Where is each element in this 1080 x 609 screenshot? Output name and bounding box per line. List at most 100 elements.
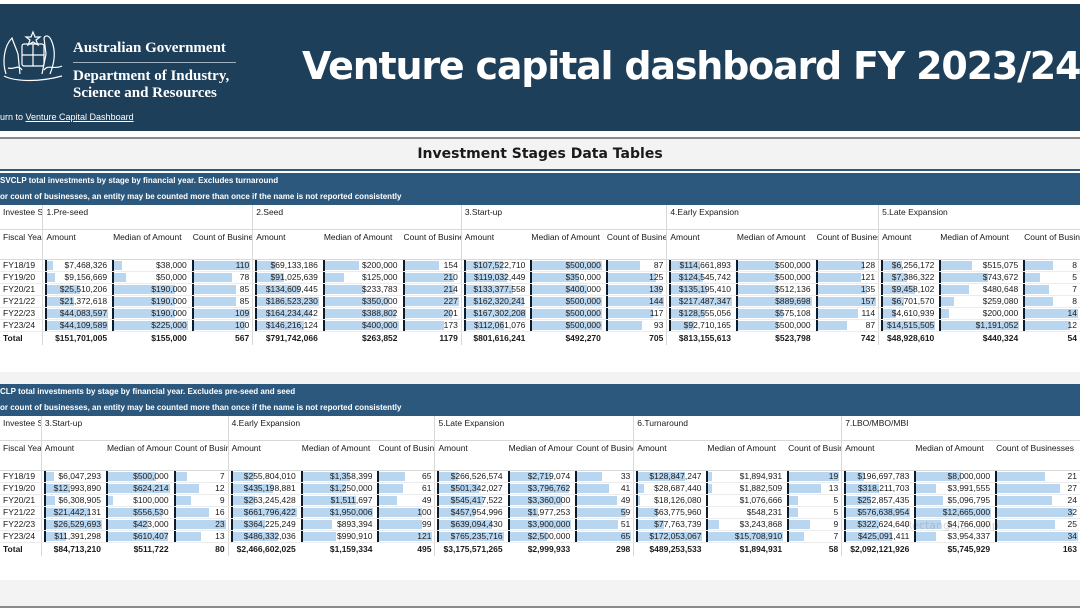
count-value: 7 xyxy=(1072,284,1077,294)
count-value: 13 xyxy=(215,531,225,541)
amount-cell: $425,091,411 xyxy=(841,530,913,543)
count-cell: 109 xyxy=(189,307,253,320)
data-bar xyxy=(914,495,943,505)
bar-axis xyxy=(787,518,790,529)
amount-column-header: Amount xyxy=(666,229,734,260)
bar-axis xyxy=(735,271,738,282)
count-cell: 58 xyxy=(785,542,842,556)
amount-cell: $639,094,430 xyxy=(434,518,506,531)
median-value: $15,708,910 xyxy=(734,531,783,541)
amount-cell: $44,083,597 xyxy=(42,307,111,320)
median-cell: $155,000 xyxy=(110,331,190,345)
data-bar xyxy=(173,507,209,517)
median-value: $515,075 xyxy=(982,260,1019,270)
median-value: $125,000 xyxy=(362,272,398,282)
table-row: FY22/23 $26,529,693 $423,000 23 $364,225,249… xyxy=(0,518,1080,531)
data-bar xyxy=(575,471,602,481)
bar-axis xyxy=(105,494,108,505)
count-cell: 33 xyxy=(573,470,634,483)
data-bar xyxy=(735,260,777,270)
table1-heading: SVCLP total investments by stage by fina… xyxy=(0,176,279,185)
count-value: 8 xyxy=(1072,296,1077,306)
bar-axis xyxy=(230,506,233,517)
amount-cell: $151,701,005 xyxy=(42,331,111,345)
data-bar xyxy=(815,308,859,318)
bar-axis xyxy=(105,506,108,517)
amount-value: $114,661,893 xyxy=(679,260,731,270)
bar-axis xyxy=(669,283,672,294)
median-column-header: Median of Amount xyxy=(704,440,786,471)
bar-axis xyxy=(706,470,709,481)
bar-axis xyxy=(437,470,440,481)
data-bar xyxy=(322,260,359,270)
median-cell: $492,270 xyxy=(528,331,603,345)
data-bar xyxy=(914,531,936,541)
amount-cell: $146,216,124 xyxy=(252,319,321,332)
amount-value: $91,025,639 xyxy=(270,272,318,282)
amount-cell: $128,555,056 xyxy=(666,307,734,320)
amount-cell: $2,466,602,025 xyxy=(227,542,299,556)
amount-cell: $92,710,165 xyxy=(666,319,734,332)
amount-cell: $18,126,080 xyxy=(633,494,705,507)
count-cell: 157 xyxy=(813,295,879,308)
table-row: FY23/24 $11,391,298 $610,407 13 $486,332,036… xyxy=(0,530,1080,543)
median-column-header: Median of Amount xyxy=(912,440,994,471)
median-cell: $548,231 xyxy=(704,506,786,519)
count-value: 12 xyxy=(1067,320,1077,330)
data-bar xyxy=(815,320,848,330)
amount-cell: $266,526,574 xyxy=(434,470,506,483)
bar-axis xyxy=(815,307,818,318)
amount-cell: $12,993,890 xyxy=(40,482,104,495)
table-row: FY18/19 $6,047,293 $500,000 7 $255,804,010 $1… xyxy=(0,470,1080,483)
bar-axis xyxy=(377,518,380,529)
amount-cell: $112,061,076 xyxy=(460,319,529,332)
bar-axis xyxy=(787,494,790,505)
median-value: $3,900,000 xyxy=(527,519,571,529)
count-value: 14 xyxy=(1067,308,1077,318)
gov-name: Australian Government xyxy=(73,40,226,56)
count-value: 7 xyxy=(219,471,225,481)
table-row: FY19/20 $9,156,669 $50,000 78 $91,025,639 $12… xyxy=(0,271,1080,284)
count-value: 5 xyxy=(1072,272,1077,282)
data-bar xyxy=(995,531,1078,541)
bar-axis xyxy=(300,470,303,481)
count-value: 100 xyxy=(417,507,432,517)
bar-axis xyxy=(1023,295,1026,306)
amount-value: $112,061,076 xyxy=(474,320,526,330)
bar-axis xyxy=(939,307,942,318)
count-cell: 114 xyxy=(813,307,879,320)
amount-cell: $252,857,435 xyxy=(841,494,913,507)
count-cell: 14 xyxy=(1021,307,1080,320)
fiscal-year-cell: FY18/19 xyxy=(0,259,43,272)
bar-axis xyxy=(636,482,639,493)
median-value: $12,665,000 xyxy=(942,507,991,517)
return-to-dashboard-link[interactable]: Venture Capital Dashboard xyxy=(26,112,134,122)
amount-cell: $48,928,610 xyxy=(878,331,938,345)
bar-axis xyxy=(530,259,533,270)
bar-axis xyxy=(112,295,115,306)
median-cell: $388,802 xyxy=(320,307,401,320)
bar-axis xyxy=(43,518,46,529)
amount-cell: $119,032,449 xyxy=(460,271,529,284)
count-cell: 121 xyxy=(375,530,435,543)
bar-axis xyxy=(735,307,738,318)
bar-axis xyxy=(881,295,884,306)
count-value: 34 xyxy=(1067,531,1077,541)
count-value: 49 xyxy=(422,495,432,505)
bar-axis xyxy=(995,470,998,481)
stage-name: 7.LBO/MBO/MBI xyxy=(841,416,1080,441)
bar-axis xyxy=(844,470,847,481)
bar-axis xyxy=(191,271,194,282)
count-value: 87 xyxy=(865,320,876,330)
count-cell: 24 xyxy=(993,494,1080,507)
total-row: Total $84,713,210 $511,722 80 $2,466,602,025… xyxy=(0,542,1080,556)
count-cell: 34 xyxy=(993,530,1080,543)
count-cell: 19 xyxy=(785,470,842,483)
count-value: 13 xyxy=(828,483,839,493)
bar-axis xyxy=(43,470,46,481)
amount-column-header: Amount xyxy=(460,229,529,260)
stage-name: 2.Seed xyxy=(252,205,462,230)
data-bar xyxy=(939,296,954,306)
count-cell: 32 xyxy=(993,506,1080,519)
amount-cell: $2,092,121,926 xyxy=(841,542,913,556)
